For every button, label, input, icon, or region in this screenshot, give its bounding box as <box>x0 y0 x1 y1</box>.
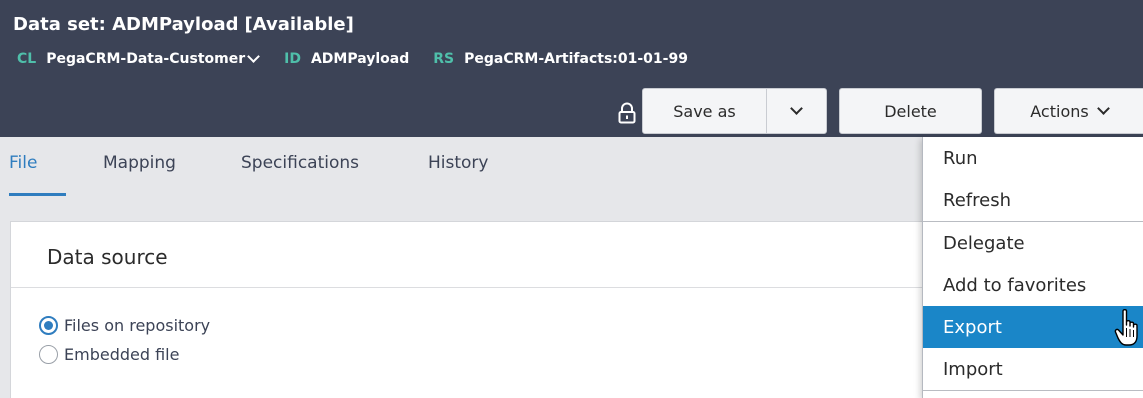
id-tag: ID <box>284 51 301 67</box>
radio-embedded-file[interactable]: Embedded file <box>39 345 179 364</box>
save-as-button[interactable]: Save as <box>642 88 767 134</box>
hand-pointer-cursor-icon <box>1114 308 1138 346</box>
save-as-dropdown-button[interactable] <box>766 88 827 134</box>
lock-icon[interactable] <box>618 102 636 124</box>
ruleset-value: PegaCRM-Artifacts:01-01-99 <box>464 51 688 67</box>
chevron-down-icon[interactable] <box>247 49 260 63</box>
class-tag: CL <box>17 51 37 67</box>
dataset-title: Data set: ADMPayload <box>13 14 239 35</box>
radio-button-checked[interactable] <box>39 316 58 335</box>
availability-status: [Available] <box>244 14 354 35</box>
id-value: ADMPayload <box>310 51 410 67</box>
menu-item-export[interactable]: Export <box>923 306 1143 348</box>
ruleset-tag: RS <box>433 51 455 67</box>
tab-file[interactable]: File <box>9 153 37 173</box>
active-tab-indicator <box>9 193 66 196</box>
menu-item-add-to-favorites[interactable]: Add to favorites <box>923 264 1143 306</box>
radio-button[interactable] <box>39 345 58 364</box>
radio-label: Embedded file <box>64 345 180 364</box>
class-value-link[interactable]: PegaCRM-Data-Customer <box>46 51 245 67</box>
actions-label: Actions <box>1030 101 1089 121</box>
panel-title: Data source <box>47 245 168 269</box>
delete-button[interactable]: Delete <box>839 88 982 134</box>
menu-item-delegate[interactable]: Delegate <box>923 222 1143 264</box>
actions-button[interactable]: Actions <box>994 88 1143 134</box>
menu-item-refresh[interactable]: Refresh <box>923 179 1143 221</box>
radio-label: Files on repository <box>64 316 211 335</box>
tab-mapping[interactable]: Mapping <box>103 153 176 173</box>
chevron-down-icon <box>790 101 803 115</box>
chevron-down-icon <box>1096 101 1110 115</box>
header-bar: Data set: ADMPayload [Available] CL PegaC… <box>0 0 1143 137</box>
rule-meta: CL PegaCRM-Data-Customer ID ADMPayload R… <box>17 49 712 67</box>
menu-separator <box>923 390 1143 391</box>
tab-specifications[interactable]: Specifications <box>241 153 359 173</box>
save-as-label: Save as <box>673 101 736 121</box>
radio-files-on-repository[interactable]: Files on repository <box>39 316 210 335</box>
menu-item-import[interactable]: Import <box>923 348 1143 390</box>
delete-label: Delete <box>884 101 937 121</box>
page-title: Data set: ADMPayload [Available] <box>13 14 354 35</box>
tab-history[interactable]: History <box>428 153 488 173</box>
menu-item-run[interactable]: Run <box>923 137 1143 179</box>
actions-menu: Run Refresh Delegate Add to favorites Ex… <box>922 137 1143 398</box>
